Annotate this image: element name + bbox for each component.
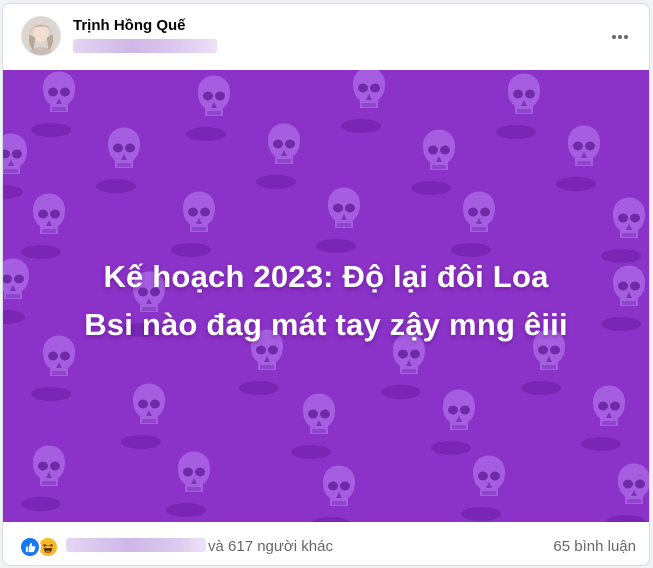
post-image[interactable]: Kế hoạch 2023: Độ lại đôi Loa Bsi nào đa… bbox=[3, 70, 649, 522]
thumbs-up-glyph bbox=[25, 542, 35, 552]
reaction-icons[interactable] bbox=[19, 536, 59, 558]
image-caption-line1: Kế hoạch 2023: Độ lại đôi Loa bbox=[103, 259, 549, 294]
avatar-image bbox=[22, 17, 60, 55]
reactor-names-redacted bbox=[66, 538, 206, 552]
laughing-face-glyph bbox=[43, 543, 53, 553]
post-card: Trịnh Hồng Quế Kế hoạch 2023: Độ lại đôi… bbox=[2, 3, 650, 566]
post-footer: và 617 người khác 65 bình luận bbox=[3, 522, 649, 565]
author-name[interactable]: Trịnh Hồng Quế bbox=[73, 17, 186, 34]
comment-count[interactable]: 65 bình luận bbox=[553, 538, 636, 555]
post-meta-redacted bbox=[73, 39, 217, 53]
author-avatar[interactable] bbox=[21, 16, 61, 56]
more-horizontal-icon[interactable] bbox=[605, 22, 635, 52]
like-reaction-icon bbox=[19, 536, 41, 558]
image-caption-line2: Bsi nào đag mát tay zậy mng êiii bbox=[84, 307, 568, 342]
more-dots bbox=[612, 35, 628, 39]
reaction-summary[interactable]: và 617 người khác bbox=[208, 538, 333, 555]
skull-pattern-icon bbox=[3, 70, 649, 522]
post-header: Trịnh Hồng Quế bbox=[3, 4, 649, 70]
